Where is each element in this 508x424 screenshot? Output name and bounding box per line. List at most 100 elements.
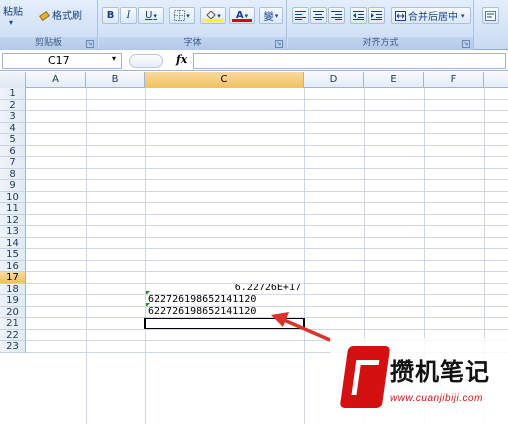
align-left-icon (295, 11, 306, 20)
gridline (26, 133, 508, 134)
gridline (26, 271, 508, 272)
increase-indent-icon (371, 11, 382, 20)
row-header[interactable]: 14 (0, 237, 26, 249)
column-header-d[interactable]: D (304, 72, 364, 88)
row-header[interactable]: 4 (0, 122, 26, 134)
borders-icon (174, 10, 186, 21)
format-painter-label: 格式刷 (52, 11, 82, 22)
cell-c16[interactable]: 622726198652141120 (148, 306, 256, 317)
formula-cancel-enter-control[interactable] (129, 54, 163, 68)
gridline (26, 317, 508, 318)
row-header[interactable]: 12 (0, 214, 26, 226)
row-header[interactable]: 19 (0, 295, 26, 307)
row-header[interactable]: 15 (0, 249, 26, 261)
fill-color-swatch (203, 19, 223, 22)
paste-dropdown-arrow[interactable]: ▾ (9, 18, 13, 27)
align-center-button[interactable] (310, 7, 327, 24)
row-header[interactable]: 17 (0, 272, 26, 284)
row-header[interactable]: 11 (0, 203, 26, 215)
merge-cells-icon (395, 10, 406, 21)
gridline (26, 225, 508, 226)
watermark-url: www.cuanjibiji.com (390, 393, 483, 404)
row-header[interactable]: 1 (0, 88, 26, 100)
row-header[interactable]: 23 (0, 341, 26, 353)
wrap-text-button[interactable] (482, 7, 499, 24)
gridline (26, 121, 508, 123)
gridline (26, 156, 508, 157)
gridline (26, 213, 508, 215)
decrease-indent-icon (353, 11, 364, 20)
row-header[interactable]: 10 (0, 191, 26, 203)
watermark-mark-icon (339, 346, 391, 408)
row-header[interactable]: 5 (0, 134, 26, 146)
clipboard-dialog-launcher-icon[interactable]: ↘ (86, 40, 94, 48)
insert-function-button[interactable]: fx (176, 53, 187, 66)
gridline (26, 179, 508, 180)
gridline (26, 248, 508, 249)
font-group-title: 字体 (99, 37, 286, 50)
gridline (26, 236, 508, 238)
column-header-c[interactable]: C (145, 72, 304, 88)
align-right-button[interactable] (328, 7, 345, 24)
ribbon: 粘贴 ▾ 格式刷 剪贴板 ↘ B I U▾ ▾ ▾ A▾ 變▾ 字体 ↘ (0, 0, 508, 50)
format-painter-button[interactable]: 格式刷 (40, 7, 82, 22)
font-color-button[interactable]: A ▾ (229, 7, 255, 24)
alignment-group-title: 对齐方式 (288, 37, 473, 50)
name-box-dropdown-icon[interactable]: ▾ (112, 54, 116, 63)
column-header-b[interactable]: B (86, 72, 145, 88)
clipboard-group-title: 剪贴板 (0, 37, 97, 50)
row-header[interactable]: 16 (0, 260, 26, 272)
font-dialog-launcher-icon[interactable]: ↘ (275, 40, 283, 48)
bold-button[interactable]: B (102, 7, 119, 24)
column-header-e[interactable]: E (364, 72, 424, 88)
gridline (86, 88, 87, 424)
gridline (26, 294, 508, 295)
decrease-indent-button[interactable] (350, 7, 367, 24)
underline-label: U (145, 10, 153, 21)
column-header-f[interactable]: F (424, 72, 484, 88)
increase-indent-button[interactable] (368, 7, 385, 24)
italic-button[interactable]: I (120, 7, 137, 24)
phonetic-button[interactable]: 變 ▾ (259, 7, 283, 24)
row-header[interactable]: 20 (0, 306, 26, 318)
wrap-text-icon (485, 10, 496, 21)
row-header[interactable]: 21 (0, 318, 26, 330)
row-header[interactable]: 7 (0, 157, 26, 169)
align-center-icon (313, 11, 324, 20)
formula-input[interactable] (193, 53, 506, 69)
clipboard-group: 粘贴 ▾ 格式刷 剪贴板 ↘ (0, 0, 98, 50)
select-all-corner[interactable] (0, 72, 26, 88)
row-header[interactable]: 6 (0, 145, 26, 157)
gridline (26, 190, 508, 192)
gridline (26, 202, 508, 203)
name-box[interactable]: C17 (2, 53, 122, 69)
paste-button[interactable]: 粘贴 (3, 3, 23, 18)
row-header[interactable]: 22 (0, 329, 26, 341)
gridline (26, 167, 508, 169)
watermark-title: 攒机笔记 (390, 358, 490, 386)
row-header[interactable]: 18 (0, 283, 26, 295)
underline-button[interactable]: U ▾ (138, 7, 164, 24)
font-group: B I U ▾ ▾ ▾ A ▾ 變 ▾ 字体 ↘ (99, 0, 287, 50)
gridline (26, 259, 508, 261)
row-header[interactable]: 9 (0, 180, 26, 192)
fill-color-button[interactable]: ▾ (200, 7, 226, 24)
gridline (26, 328, 508, 330)
row-header[interactable]: 2 (0, 99, 26, 111)
column-header-a[interactable]: A (26, 72, 86, 88)
alignment-group: 合并后居中 ▾ 对齐方式 ↘ (288, 0, 474, 50)
cell-c14[interactable]: 6.22726E+17 (148, 282, 301, 293)
align-left-button[interactable] (292, 7, 309, 24)
borders-button[interactable]: ▾ (169, 7, 195, 24)
merge-center-label: 合并后居中 (408, 12, 458, 23)
number-group-partial (475, 0, 508, 50)
row-header[interactable]: 8 (0, 168, 26, 180)
align-right-icon (331, 11, 342, 20)
cell-c15[interactable]: 622726198652141120 (148, 294, 256, 305)
row-header[interactable]: 3 (0, 111, 26, 123)
gridline (145, 88, 146, 424)
formula-bar: C17 ▾ fx (0, 51, 508, 71)
merge-center-button[interactable]: 合并后居中 ▾ (391, 7, 471, 24)
alignment-dialog-launcher-icon[interactable]: ↘ (462, 40, 470, 48)
row-header[interactable]: 13 (0, 226, 26, 238)
